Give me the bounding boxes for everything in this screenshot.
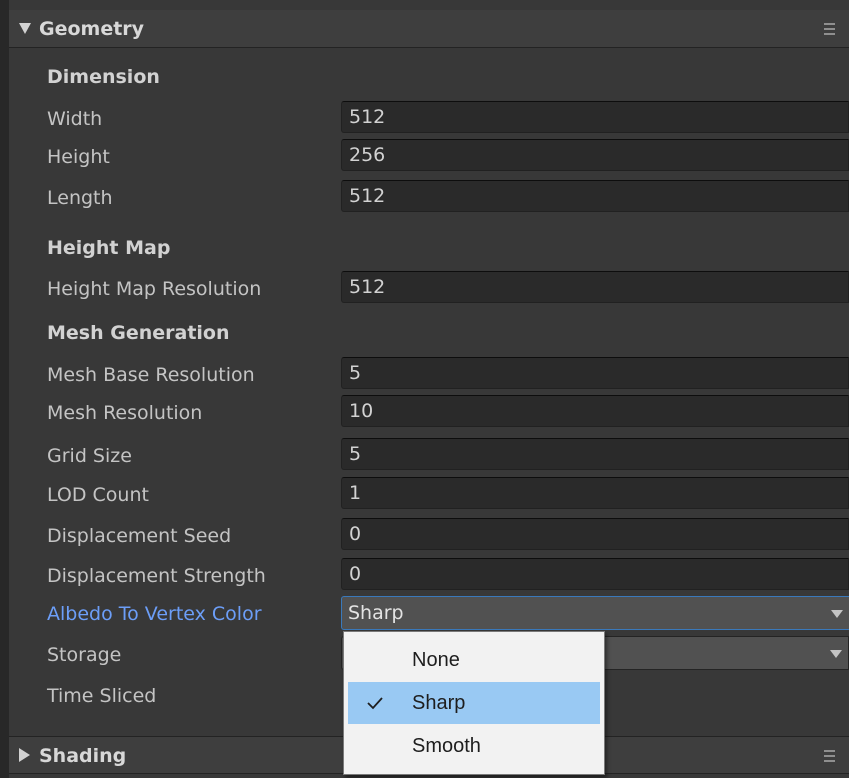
height-label: Height <box>47 146 110 168</box>
lod-count-label: LOD Count <box>47 484 149 506</box>
shading-section-title: Shading <box>39 745 127 767</box>
group-label-dimension: Dimension <box>47 66 160 88</box>
mesh-base-resolution-label: Mesh Base Resolution <box>47 364 255 386</box>
popup-option-label: Smooth <box>412 735 481 757</box>
width-field[interactable]: 512 <box>341 101 849 133</box>
menu-icon[interactable] <box>824 750 835 762</box>
menu-icon[interactable] <box>824 23 835 35</box>
triangle-right-icon[interactable] <box>19 748 30 762</box>
group-label-mesh-generation: Mesh Generation <box>47 322 230 344</box>
inspector-left-gutter <box>0 0 9 778</box>
displacement-seed-field[interactable]: 0 <box>341 518 849 550</box>
lod-count-field[interactable]: 1 <box>341 477 849 509</box>
length-label: Length <box>47 187 113 209</box>
displacement-seed-label: Displacement Seed <box>47 525 232 547</box>
popup-option-smooth[interactable]: Smooth <box>348 725 600 767</box>
popup-option-none[interactable]: None <box>348 639 600 681</box>
albedo-to-vertex-color-label: Albedo To Vertex Color <box>47 603 262 625</box>
popup-option-label: Sharp <box>412 692 466 714</box>
geometry-section-title: Geometry <box>39 18 145 40</box>
grid-size-field[interactable]: 5 <box>341 438 849 470</box>
albedo-to-vertex-color-value: Sharp <box>348 602 404 624</box>
storage-label: Storage <box>47 644 122 666</box>
width-label: Width <box>47 108 103 130</box>
length-field[interactable]: 512 <box>341 180 849 212</box>
popup-option-label: None <box>412 649 460 671</box>
checkmark-icon <box>367 697 383 710</box>
albedo-to-vertex-color-popup: None Sharp Smooth <box>343 631 605 775</box>
chevron-down-icon <box>831 610 843 618</box>
albedo-to-vertex-color-dropdown[interactable]: Sharp <box>341 596 849 630</box>
displacement-strength-field[interactable]: 0 <box>341 558 849 590</box>
mesh-base-resolution-field[interactable]: 5 <box>341 357 849 389</box>
time-sliced-label: Time Sliced <box>47 685 157 707</box>
mesh-resolution-label: Mesh Resolution <box>47 402 203 424</box>
height-map-resolution-field[interactable]: 512 <box>341 271 849 303</box>
height-field[interactable]: 256 <box>341 139 849 171</box>
mesh-resolution-field[interactable]: 10 <box>341 395 849 427</box>
inspector-panel: Geometry Dimension Width 512 Height 256 … <box>0 0 849 778</box>
height-map-resolution-label: Height Map Resolution <box>47 278 262 300</box>
grid-size-label: Grid Size <box>47 445 132 467</box>
displacement-strength-label: Displacement Strength <box>47 565 266 587</box>
popup-option-sharp[interactable]: Sharp <box>348 682 600 724</box>
group-label-height-map: Height Map <box>47 237 171 259</box>
chevron-down-icon <box>830 650 842 658</box>
triangle-down-icon[interactable] <box>19 23 31 34</box>
geometry-section-header[interactable]: Geometry <box>9 10 849 48</box>
